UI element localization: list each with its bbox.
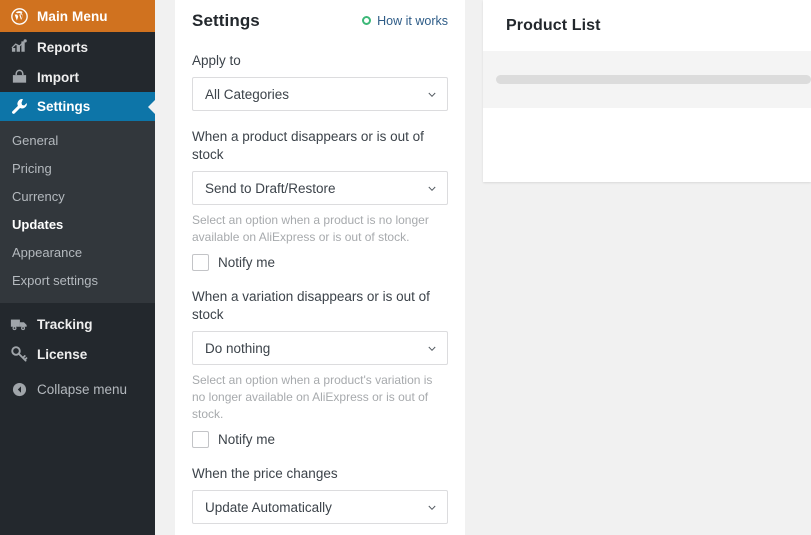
product-list-panel: Product List bbox=[483, 0, 811, 182]
sidebar-item-collapse-menu[interactable]: Collapse menu bbox=[0, 374, 155, 404]
variation-notify-me-checkbox[interactable] bbox=[192, 431, 209, 448]
how-it-works-label: How it works bbox=[377, 13, 448, 28]
submenu-item-pricing[interactable]: Pricing bbox=[0, 155, 155, 183]
variation-out-of-stock-select[interactable]: Do nothing bbox=[192, 331, 448, 365]
price-changes-value: Update Automatically bbox=[205, 499, 332, 515]
key-icon bbox=[9, 344, 29, 364]
price-changes-select[interactable]: Update Automatically bbox=[192, 490, 448, 524]
sidebar-item-reports[interactable]: Reports bbox=[0, 32, 155, 62]
product-list-title: Product List bbox=[506, 16, 601, 34]
sidebar-item-label: Collapse menu bbox=[37, 381, 128, 397]
variation-out-of-stock-label: When a variation disappears or is out of… bbox=[192, 289, 430, 322]
variation-out-of-stock-hint: Select an option when a product's variat… bbox=[192, 373, 433, 421]
variation-notify-me-label: Notify me bbox=[218, 432, 276, 447]
product-out-of-stock-select[interactable]: Send to Draft/Restore bbox=[192, 171, 448, 205]
chart-icon bbox=[9, 37, 29, 57]
admin-sidebar: Main Menu Reports Import Settings Genera… bbox=[0, 0, 155, 535]
product-out-of-stock-hint: Select an option when a product is no lo… bbox=[192, 213, 429, 244]
submenu-item-appearance[interactable]: Appearance bbox=[0, 239, 155, 267]
sidebar-item-label: License bbox=[37, 346, 88, 362]
chevron-down-icon bbox=[428, 505, 436, 511]
product-list-skeleton-bar bbox=[496, 75, 811, 84]
product-out-of-stock-label: When a product disappears or is out of s… bbox=[192, 129, 424, 162]
variation-out-of-stock-value: Do nothing bbox=[205, 340, 271, 356]
truck-icon bbox=[9, 314, 29, 334]
submenu-item-currency[interactable]: Currency bbox=[0, 183, 155, 211]
sidebar-item-label: Import bbox=[37, 69, 79, 85]
settings-header: Settings How it works bbox=[192, 0, 448, 35]
sidebar-item-tracking[interactable]: Tracking bbox=[0, 309, 155, 339]
sidebar-item-import[interactable]: Import bbox=[0, 62, 155, 92]
info-ring-icon bbox=[362, 16, 372, 25]
product-list-loading-band bbox=[483, 51, 811, 108]
variation-notify-me-row[interactable]: Notify me bbox=[192, 431, 448, 448]
price-changes-label: When the price changes bbox=[192, 466, 338, 481]
product-list-header: Product List bbox=[483, 0, 811, 51]
product-out-of-stock-value: Send to Draft/Restore bbox=[205, 180, 336, 196]
apply-to-value: All Categories bbox=[205, 86, 290, 102]
wordpress-icon bbox=[9, 6, 29, 26]
chevron-down-icon bbox=[428, 186, 436, 192]
apply-to-label: Apply to bbox=[192, 53, 241, 68]
bag-icon bbox=[9, 67, 29, 87]
settings-submenu: General Pricing Currency Updates Appeara… bbox=[0, 121, 155, 303]
sidebar-item-label: Reports bbox=[37, 39, 89, 55]
submenu-item-general[interactable]: General bbox=[0, 127, 155, 155]
sidebar-item-label: Tracking bbox=[37, 316, 93, 332]
sidebar-item-license[interactable]: License bbox=[0, 339, 155, 369]
chevron-down-icon bbox=[428, 346, 436, 352]
submenu-item-export-settings[interactable]: Export settings bbox=[0, 267, 155, 295]
product-notify-me-checkbox[interactable] bbox=[192, 254, 209, 271]
how-it-works-link[interactable]: How it works bbox=[362, 14, 448, 28]
apply-to-select[interactable]: All Categories bbox=[192, 77, 448, 111]
page-title: Settings bbox=[192, 10, 260, 30]
product-notify-me-label: Notify me bbox=[218, 255, 276, 270]
app-screen: Main Menu Reports Import Settings Genera… bbox=[0, 0, 811, 535]
product-list-body bbox=[483, 108, 811, 182]
submenu-item-updates[interactable]: Updates bbox=[0, 211, 155, 239]
collapse-arrow-icon bbox=[9, 379, 29, 399]
sidebar-item-label: Main Menu bbox=[37, 8, 108, 24]
sidebar-item-main-menu[interactable]: Main Menu bbox=[0, 0, 155, 32]
wrench-icon bbox=[9, 97, 29, 117]
chevron-down-icon bbox=[428, 92, 436, 98]
settings-panel: Settings How it works Apply to All Categ… bbox=[175, 0, 465, 535]
sidebar-item-settings[interactable]: Settings bbox=[0, 92, 155, 121]
product-notify-me-row[interactable]: Notify me bbox=[192, 254, 448, 271]
sidebar-item-label: Settings bbox=[37, 99, 91, 115]
